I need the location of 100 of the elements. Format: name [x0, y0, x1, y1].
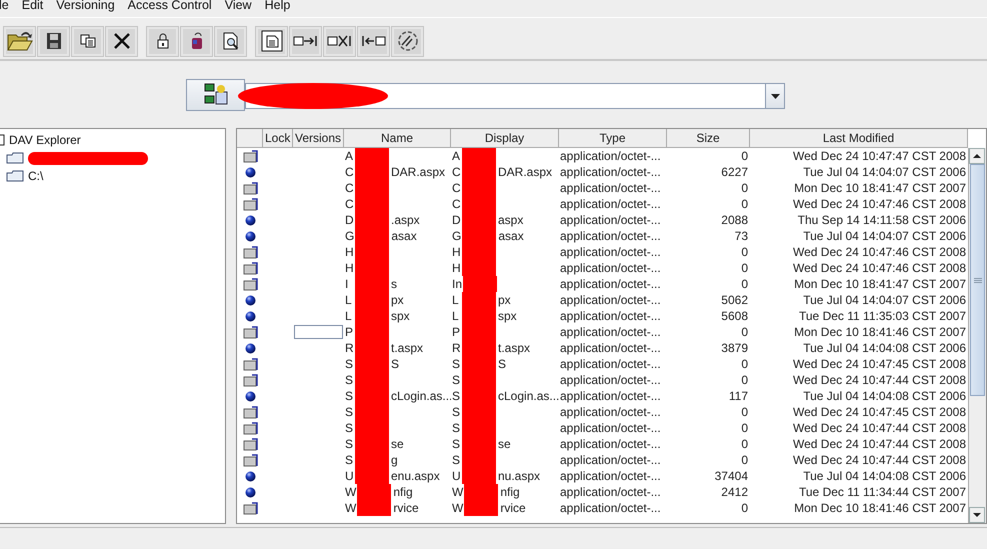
size-text: 0 — [741, 149, 748, 164]
date-text: Tue Jul 04 14:04:07 CST 2006 — [803, 165, 966, 180]
box-icon — [243, 502, 258, 515]
toolbar-button[interactable] — [214, 26, 247, 57]
display-text: C — [452, 197, 461, 212]
edit-field[interactable] — [294, 325, 343, 340]
date-text: Mon Dec 10 18:41:46 CST 2007 — [794, 501, 966, 516]
box-icon — [243, 198, 258, 211]
menu-item[interactable]: le — [0, 0, 17, 12]
date-text: Wed Dec 24 10:47:44 CST 2008 — [792, 421, 966, 436]
type-text: application/octet-... — [560, 469, 661, 484]
sphere-icon — [245, 342, 256, 354]
toolbar-button[interactable] — [323, 26, 356, 57]
toolbar-button[interactable] — [37, 26, 70, 57]
type-text: application/octet-... — [560, 309, 661, 324]
floppy-icon — [46, 32, 62, 50]
date-text: Tue Jul 04 14:04:08 CST 2006 — [803, 469, 966, 484]
toolbar-button[interactable] — [180, 26, 213, 57]
menu-item[interactable]: Access Control — [128, 0, 220, 12]
display-text: D — [452, 213, 461, 228]
display-text: U — [452, 469, 461, 484]
column-header[interactable]: Size — [667, 129, 750, 148]
name-text: se — [391, 437, 404, 452]
name-text: s — [391, 277, 397, 292]
name-text: S — [345, 453, 354, 468]
display-text: S — [452, 405, 461, 420]
date-text: Wed Dec 24 10:47:46 CST 2008 — [792, 197, 966, 212]
date-text: Thu Sep 14 14:11:58 CST 2006 — [798, 213, 966, 228]
name-text: W — [345, 501, 356, 516]
name-text: spx — [391, 309, 410, 324]
sphere-icon — [245, 310, 256, 322]
date-text: Wed Dec 24 10:47:46 CST 2008 — [792, 245, 966, 260]
box-icon — [243, 278, 258, 291]
column-header[interactable]: Type — [559, 129, 667, 148]
size-text: 0 — [741, 437, 748, 452]
display-text: S — [452, 373, 461, 388]
column-header[interactable]: Lock — [263, 129, 293, 148]
name-text: S — [391, 357, 400, 372]
toolbar-button[interactable] — [105, 26, 138, 57]
name-text: S — [345, 437, 354, 452]
display-text: L — [452, 293, 460, 308]
date-text: Wed Dec 24 10:47:47 CST 2008 — [792, 149, 966, 164]
scroll-thumb[interactable] — [970, 164, 985, 396]
name-text: G — [345, 229, 354, 244]
name-text: P — [345, 325, 354, 340]
scroll-up-button[interactable] — [969, 148, 985, 164]
display-text: spx — [498, 309, 517, 324]
dropdown-button[interactable] — [765, 84, 784, 108]
size-text: 0 — [741, 373, 748, 388]
name-text: DAR.aspx — [391, 165, 446, 180]
scroll-down-button[interactable] — [969, 507, 985, 524]
size-text: 0 — [741, 181, 748, 196]
column-header[interactable]: Display — [451, 129, 559, 148]
type-text: application/octet-... — [560, 485, 661, 500]
box-icon — [243, 438, 258, 451]
size-text: 73 — [734, 229, 748, 244]
toolbar-button[interactable] — [146, 26, 179, 57]
scrollbar[interactable] — [968, 148, 986, 524]
connect-button[interactable] — [186, 79, 245, 112]
toolbar-button[interactable] — [357, 26, 390, 57]
name-text: S — [345, 373, 354, 388]
menu-item[interactable]: Help — [264, 0, 298, 12]
tree-item[interactable]: C:\ — [28, 169, 44, 184]
column-header[interactable]: Name — [344, 129, 451, 148]
box-icon — [243, 374, 258, 387]
box-icon — [243, 246, 258, 259]
box-icon — [243, 454, 258, 467]
type-text: application/octet-... — [560, 149, 661, 164]
sphere-icon — [245, 470, 256, 482]
toolbar-button[interactable] — [71, 26, 104, 57]
display-text: S — [452, 357, 461, 372]
size-text: 2412 — [721, 485, 748, 500]
type-text: application/octet-... — [560, 453, 661, 468]
toolbar-button[interactable] — [391, 26, 424, 57]
size-text: 5062 — [721, 293, 748, 308]
document-arrow-icon — [360, 35, 386, 48]
redaction-mark — [464, 500, 498, 516]
size-text: 5608 — [721, 309, 748, 324]
size-text: 0 — [741, 325, 748, 340]
box-icon — [243, 422, 258, 435]
grip-icon — [974, 278, 982, 283]
name-text: C — [345, 165, 354, 180]
menu-item[interactable]: Edit — [22, 0, 52, 12]
date-text: Wed Dec 24 10:47:46 CST 2008 — [792, 261, 966, 276]
document-cross-icon — [326, 35, 352, 48]
name-text: S — [345, 405, 354, 420]
name-text: I — [345, 277, 350, 292]
toolbar-button[interactable] — [3, 26, 36, 57]
tree-item[interactable]: DAV Explorer — [9, 133, 81, 148]
type-text: application/octet-... — [560, 277, 661, 292]
column-header[interactable]: Last Modified — [750, 129, 968, 148]
display-text: W — [452, 485, 464, 500]
box-icon — [243, 326, 258, 339]
toolbar-button[interactable] — [289, 26, 322, 57]
toolbar-button[interactable] — [255, 26, 288, 57]
menu-item[interactable]: Versioning — [56, 0, 123, 12]
column-header[interactable]: Versions — [293, 129, 344, 148]
menu-item[interactable]: View — [224, 0, 260, 12]
lock-icon — [156, 33, 168, 50]
network-computers-icon — [204, 83, 228, 108]
